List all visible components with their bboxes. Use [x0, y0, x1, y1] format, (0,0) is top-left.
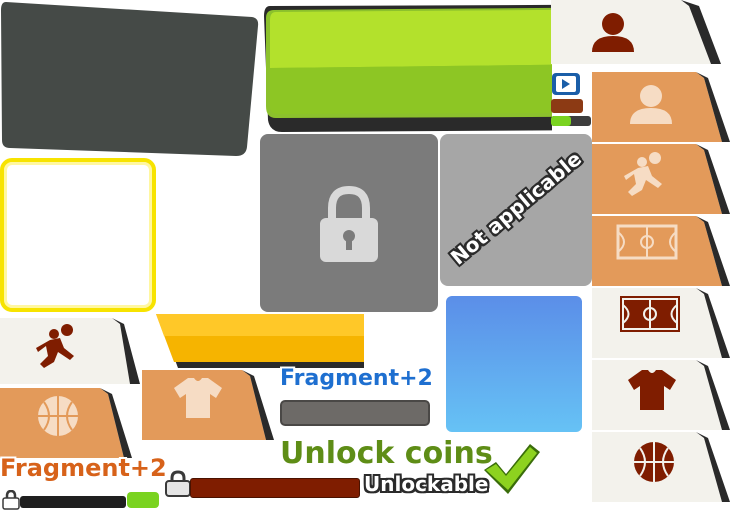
- person-icon: [592, 13, 634, 52]
- gray-bar: [280, 400, 430, 426]
- brown-swatch: [551, 99, 583, 113]
- checkmark-icon: [484, 444, 540, 494]
- basketball-court-icon: [620, 296, 680, 332]
- brown-progress-bar: [190, 478, 360, 498]
- yellow-frame: [0, 158, 156, 312]
- lock-small-icon: [2, 490, 20, 510]
- basketball-player-icon: [36, 324, 74, 368]
- dark-progress-bar: [20, 496, 126, 508]
- unlockable-label: Unlockable: [364, 472, 489, 496]
- unlock-coins-label: Unlock coins: [280, 436, 493, 471]
- tab-person-cream[interactable]: [551, 0, 734, 70]
- tshirt-icon: [174, 378, 222, 418]
- person-icon: [630, 85, 672, 124]
- play-icon[interactable]: [551, 72, 581, 96]
- blue-square: [446, 296, 582, 432]
- tshirt-icon: [628, 370, 676, 410]
- mini-progress-bar: [551, 116, 591, 126]
- fragment-label-blue: Fragment+2: [280, 366, 433, 391]
- gold-bar: [156, 314, 364, 368]
- basketball-icon: [38, 396, 78, 436]
- basketball-court-icon: [616, 224, 678, 260]
- padlock-icon: [320, 186, 378, 262]
- basketball-player-icon: [624, 152, 662, 196]
- basketball-icon: [634, 442, 674, 482]
- dark-panel: [1, 2, 259, 156]
- fragment-label-orange: Fragment+2: [0, 454, 167, 482]
- green-button[interactable]: [260, 0, 552, 136]
- lock-medium-icon: [165, 470, 191, 497]
- green-pill[interactable]: [127, 492, 159, 508]
